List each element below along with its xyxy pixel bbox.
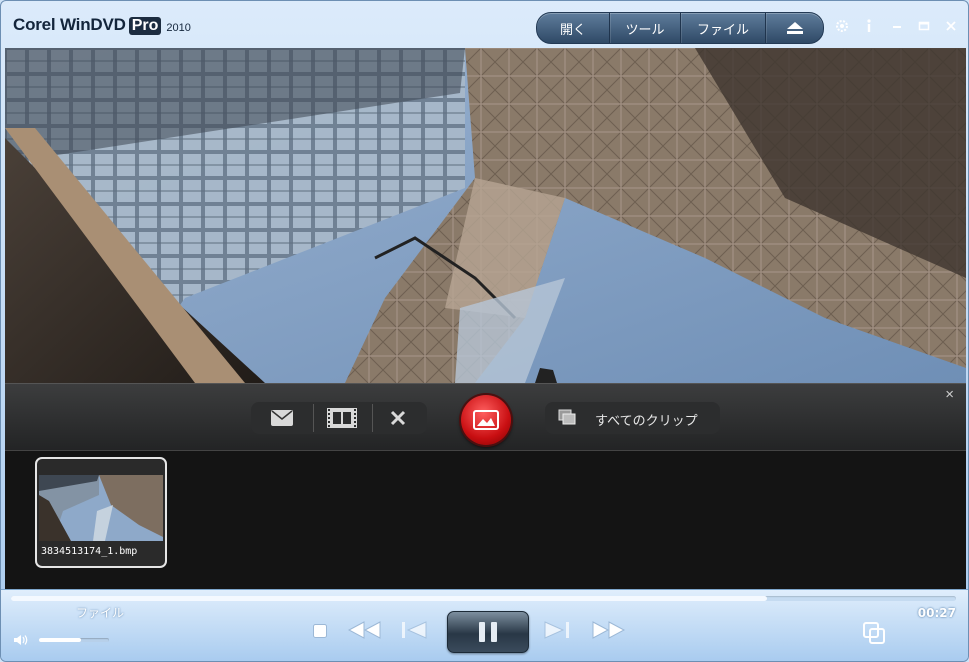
video-frame-image [5, 48, 966, 383]
close-icon [946, 21, 956, 31]
stacked-clips-icon [558, 409, 576, 425]
view-mode-button[interactable] [861, 620, 887, 646]
eject-icon [787, 22, 803, 34]
app-logo: Corel WinDVD Pro 2010 [13, 15, 191, 35]
email-snapshot-button[interactable] [267, 406, 297, 430]
maximize-icon [918, 21, 930, 31]
all-clips-label: すべてのクリップ [595, 414, 698, 429]
info-icon [867, 19, 871, 32]
skip-back-icon [402, 621, 427, 639]
info-button[interactable] [859, 16, 879, 36]
seek-bar[interactable] [11, 596, 956, 601]
close-snapshot-panel-button[interactable]: × [945, 386, 954, 403]
rewind-icon [347, 621, 381, 639]
film-strip-icon [327, 408, 357, 428]
file-menu-button[interactable]: ファイル [681, 13, 766, 43]
picture-icon [473, 410, 499, 430]
speaker-icon [14, 635, 28, 645]
window-mode-icon [863, 622, 885, 644]
volume-level [39, 638, 81, 642]
clip-thumbnail[interactable]: 3834513174_1.bmp [35, 457, 167, 568]
settings-button[interactable] [832, 16, 852, 36]
eject-button[interactable] [766, 13, 824, 43]
previous-chapter-button[interactable] [399, 618, 429, 642]
clip-thumbnail-image [39, 475, 163, 541]
title-bar[interactable]: Corel WinDVD Pro 2010 開く ツール ファイル [1, 1, 968, 47]
film-strip-button[interactable] [325, 406, 359, 430]
snapshot-toolbar: すべてのクリップ × [5, 383, 966, 450]
maximize-button[interactable] [914, 16, 934, 36]
playback-control-bar: ファイル 00:27 [1, 589, 968, 661]
app-edition: Pro [128, 17, 162, 35]
divider [372, 404, 373, 432]
elapsed-time: 00:27 [917, 606, 956, 620]
app-name: Corel WinDVD [13, 15, 126, 34]
pause-icon [479, 622, 497, 642]
source-label: ファイル [76, 606, 125, 620]
tools-menu-button[interactable]: ツール [610, 13, 681, 43]
next-chapter-button[interactable] [542, 618, 572, 642]
play-pause-button[interactable] [447, 611, 529, 653]
video-display[interactable] [5, 48, 966, 383]
envelope-icon [271, 410, 293, 426]
clip-gallery: 3834513174_1.bmp [5, 450, 966, 590]
divider [313, 404, 314, 432]
clip-filename: 3834513174_1.bmp [41, 546, 138, 557]
stop-button[interactable] [309, 620, 331, 642]
windvd-window: Corel WinDVD Pro 2010 開く ツール ファイル すべてのクリ… [0, 0, 969, 662]
fast-forward-button[interactable] [590, 618, 628, 642]
minimize-icon [893, 26, 901, 28]
delete-snapshot-button[interactable] [383, 406, 413, 430]
all-clips-button[interactable]: すべてのクリップ [545, 402, 720, 434]
delete-x-icon [390, 410, 406, 426]
stop-icon [313, 624, 327, 638]
capture-snapshot-button[interactable] [461, 395, 511, 445]
fast-forward-icon [592, 621, 626, 639]
open-menu-button[interactable]: 開く [537, 13, 610, 43]
rewind-button[interactable] [345, 618, 383, 642]
volume-slider[interactable] [39, 638, 109, 642]
seek-progress [11, 596, 767, 601]
close-button[interactable] [941, 16, 961, 36]
app-year: 2010 [166, 22, 191, 34]
volume-button[interactable] [13, 632, 31, 648]
main-menu: 開く ツール ファイル [536, 12, 824, 44]
gear-icon [836, 20, 848, 32]
skip-forward-icon [544, 621, 569, 639]
minimize-button[interactable] [887, 16, 907, 36]
